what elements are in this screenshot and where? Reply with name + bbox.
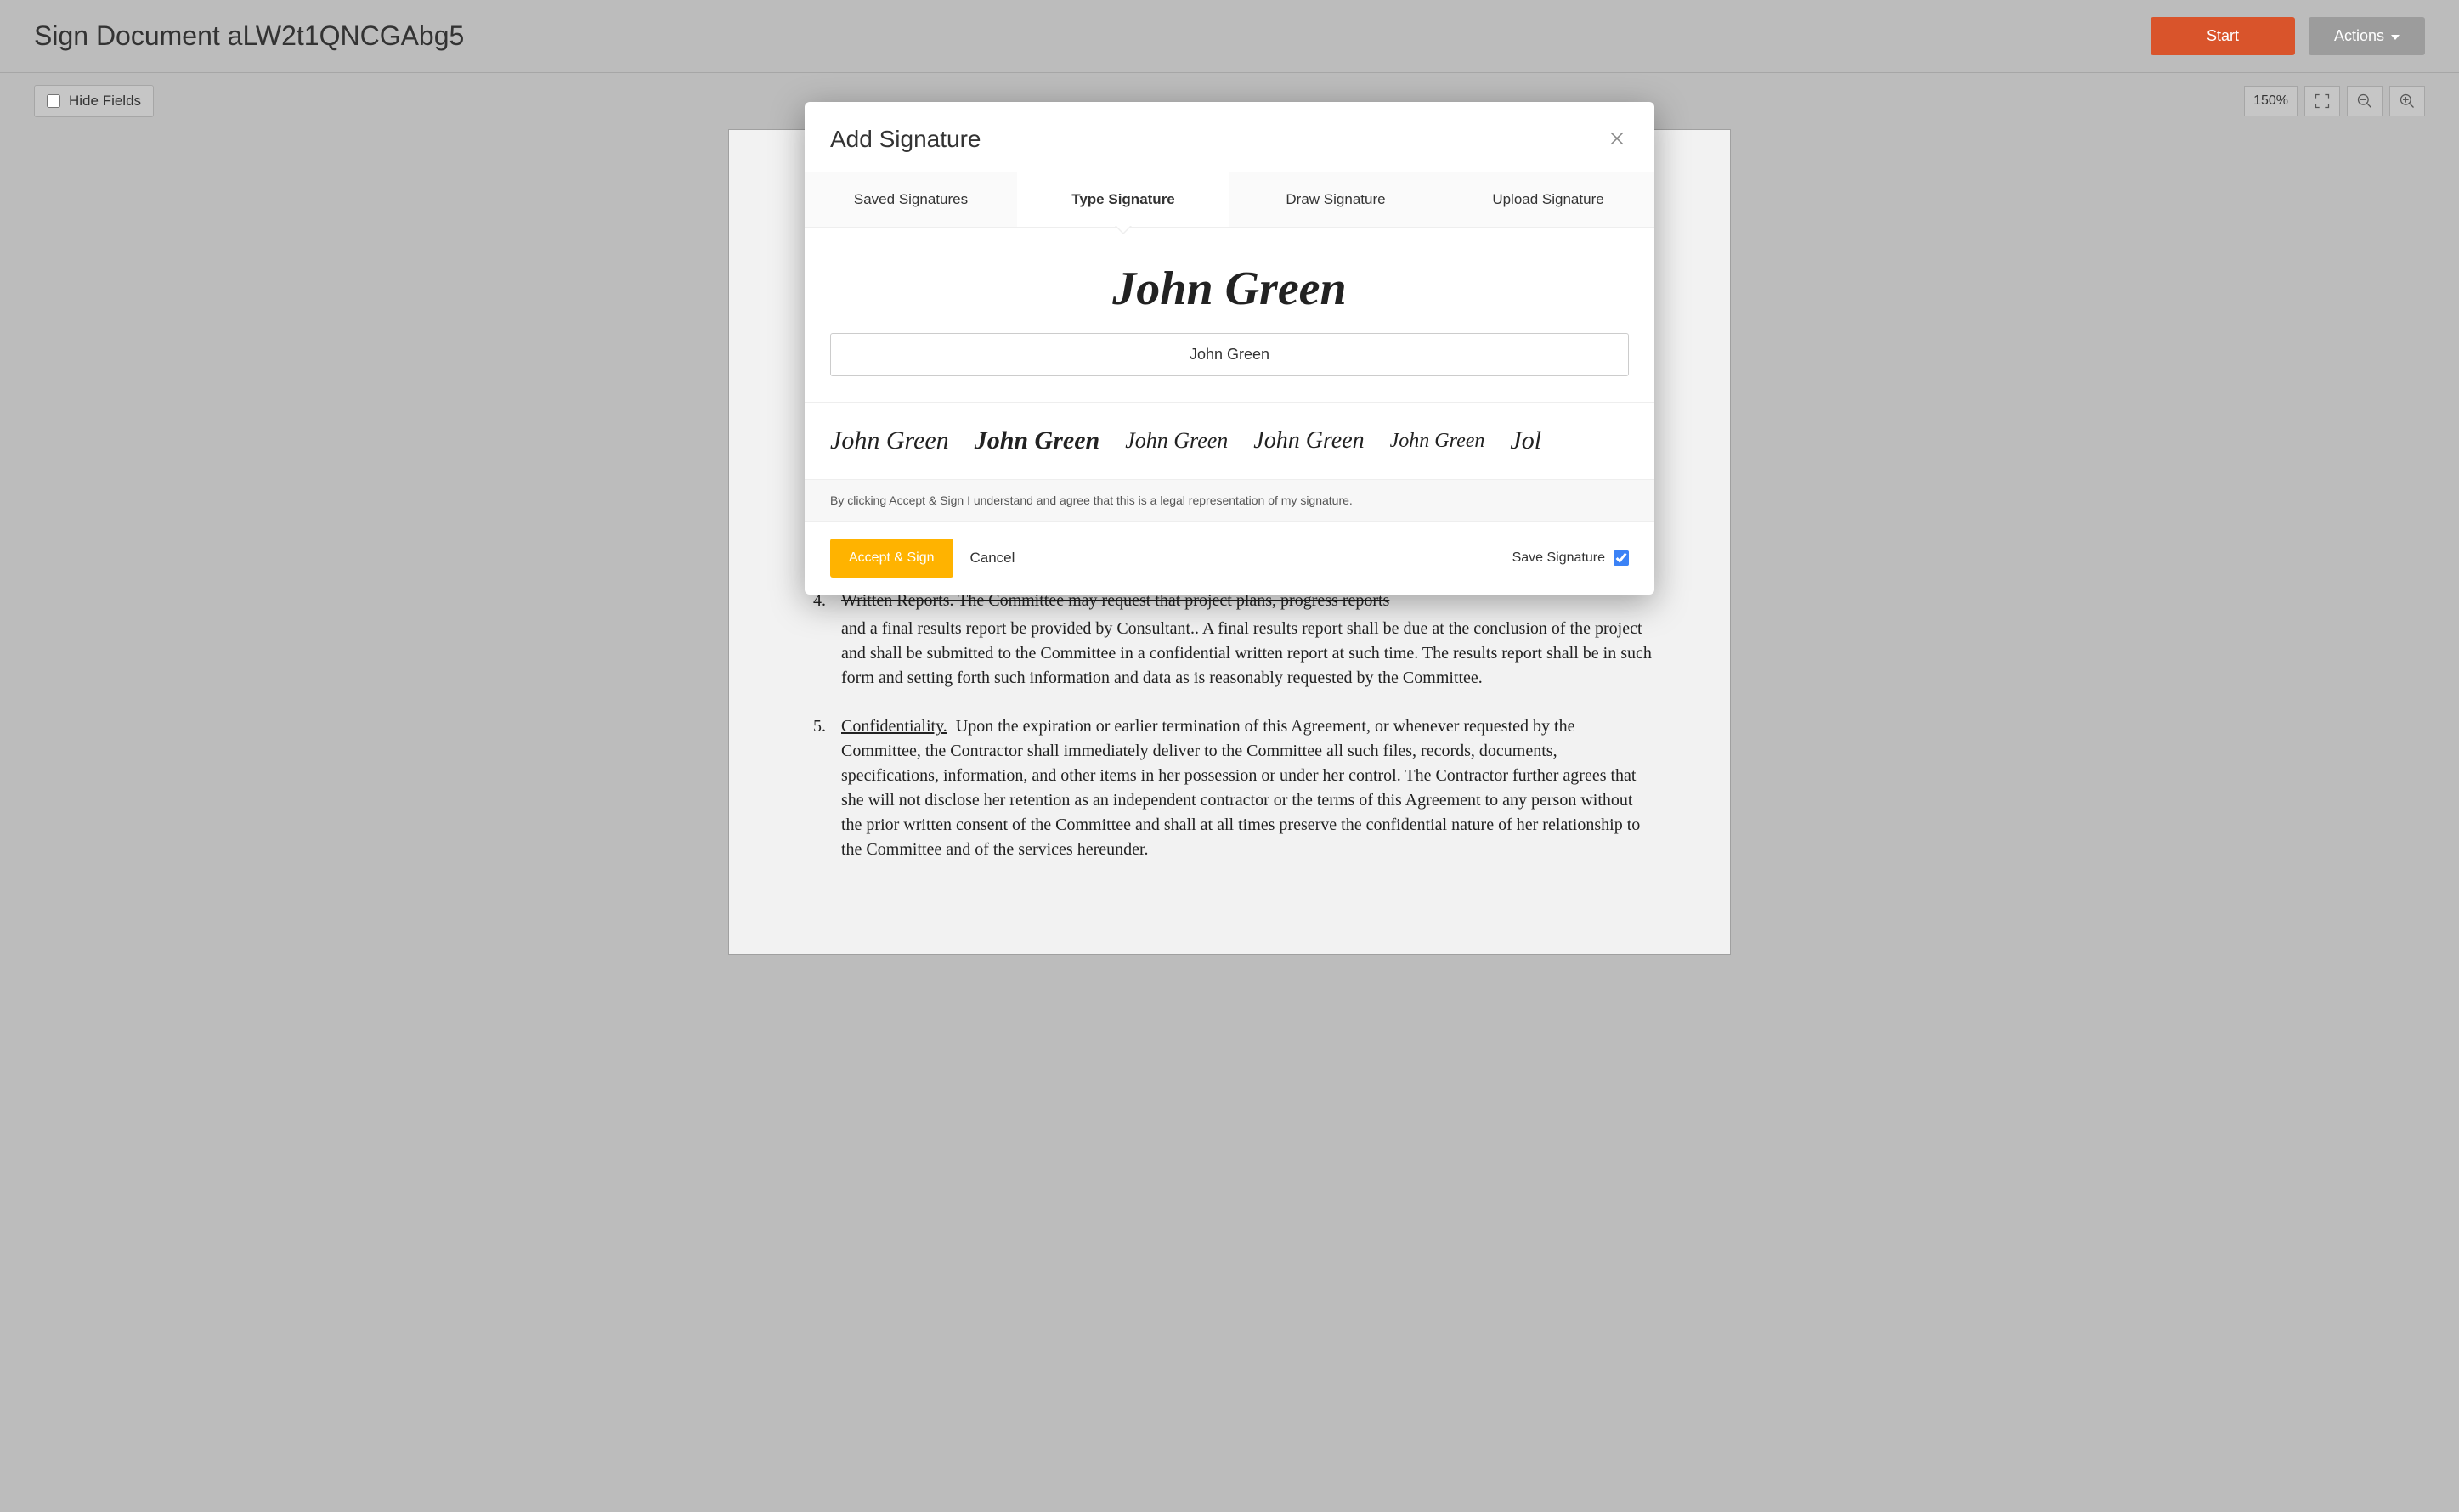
- close-icon: [1608, 130, 1625, 147]
- page-title: Sign Document aLW2t1QNCGAbg5: [34, 20, 464, 52]
- signature-preview-text: John Green: [830, 262, 1629, 316]
- tab-draw-signature[interactable]: Draw Signature: [1230, 172, 1442, 227]
- signature-style-option[interactable]: John Green: [1125, 428, 1228, 454]
- signature-style-picker: John Green John Green John Green John Gr…: [805, 402, 1654, 479]
- zoom-in-button[interactable]: [2389, 86, 2425, 116]
- list-item: 4. Written Reports. The Committee may re…: [806, 589, 1653, 691]
- signature-style-option[interactable]: John Green: [1390, 430, 1485, 453]
- legal-disclaimer: By clicking Accept & Sign I understand a…: [805, 479, 1654, 521]
- section-title: Confidentiality.: [841, 717, 947, 736]
- cancel-button[interactable]: Cancel: [970, 550, 1015, 567]
- signature-tabs: Saved Signatures Type Signature Draw Sig…: [805, 172, 1654, 228]
- close-button[interactable]: [1605, 127, 1629, 153]
- zoom-level[interactable]: 150%: [2244, 86, 2298, 116]
- modal-header: Add Signature: [805, 102, 1654, 172]
- signature-name-input-wrap: [805, 333, 1654, 402]
- fit-screen-icon: [2314, 93, 2331, 110]
- list-item: 5. Confidentiality. Upon the expiration …: [806, 714, 1653, 862]
- fit-screen-button[interactable]: [2304, 86, 2340, 116]
- zoom-tools: 150%: [2244, 86, 2425, 116]
- section-body: Upon the expiration or earlier terminati…: [841, 717, 1640, 859]
- signature-style-option[interactable]: Jol: [1510, 426, 1541, 455]
- start-button[interactable]: Start: [2151, 17, 2295, 55]
- save-signature-label: Save Signature: [1512, 550, 1605, 566]
- hide-fields-checkbox[interactable]: [47, 94, 60, 108]
- tab-saved-signatures[interactable]: Saved Signatures: [805, 172, 1017, 227]
- signature-style-option[interactable]: John Green: [830, 426, 949, 455]
- zoom-out-icon: [2356, 93, 2373, 110]
- signature-preview: John Green: [805, 228, 1654, 333]
- modal-footer: Accept & Sign Cancel Save Signature: [805, 521, 1654, 595]
- page-header: Sign Document aLW2t1QNCGAbg5 Start Actio…: [0, 0, 2459, 73]
- actions-label: Actions: [2334, 27, 2384, 45]
- item-number: 5.: [806, 714, 826, 862]
- save-signature-toggle[interactable]: Save Signature: [1512, 550, 1629, 566]
- save-signature-checkbox[interactable]: [1614, 550, 1629, 566]
- zoom-out-button[interactable]: [2347, 86, 2383, 116]
- chevron-down-icon: [2391, 35, 2400, 40]
- header-actions: Start Actions: [2151, 17, 2425, 55]
- tab-type-signature[interactable]: Type Signature: [1017, 172, 1230, 227]
- tab-upload-signature[interactable]: Upload Signature: [1442, 172, 1654, 227]
- item-number: 4.: [806, 589, 826, 691]
- hide-fields-label: Hide Fields: [69, 93, 141, 110]
- modal-title: Add Signature: [830, 126, 981, 153]
- section-body: and a final results report be provided b…: [841, 619, 1652, 687]
- accept-sign-button[interactable]: Accept & Sign: [830, 539, 953, 578]
- actions-button[interactable]: Actions: [2309, 17, 2425, 55]
- signature-style-option[interactable]: John Green: [975, 426, 1100, 455]
- zoom-in-icon: [2399, 93, 2416, 110]
- add-signature-modal: Add Signature Saved Signatures Type Sign…: [805, 102, 1654, 595]
- signature-name-input[interactable]: [830, 333, 1629, 376]
- hide-fields-toggle[interactable]: Hide Fields: [34, 85, 154, 117]
- signature-style-option[interactable]: John Green: [1253, 427, 1364, 454]
